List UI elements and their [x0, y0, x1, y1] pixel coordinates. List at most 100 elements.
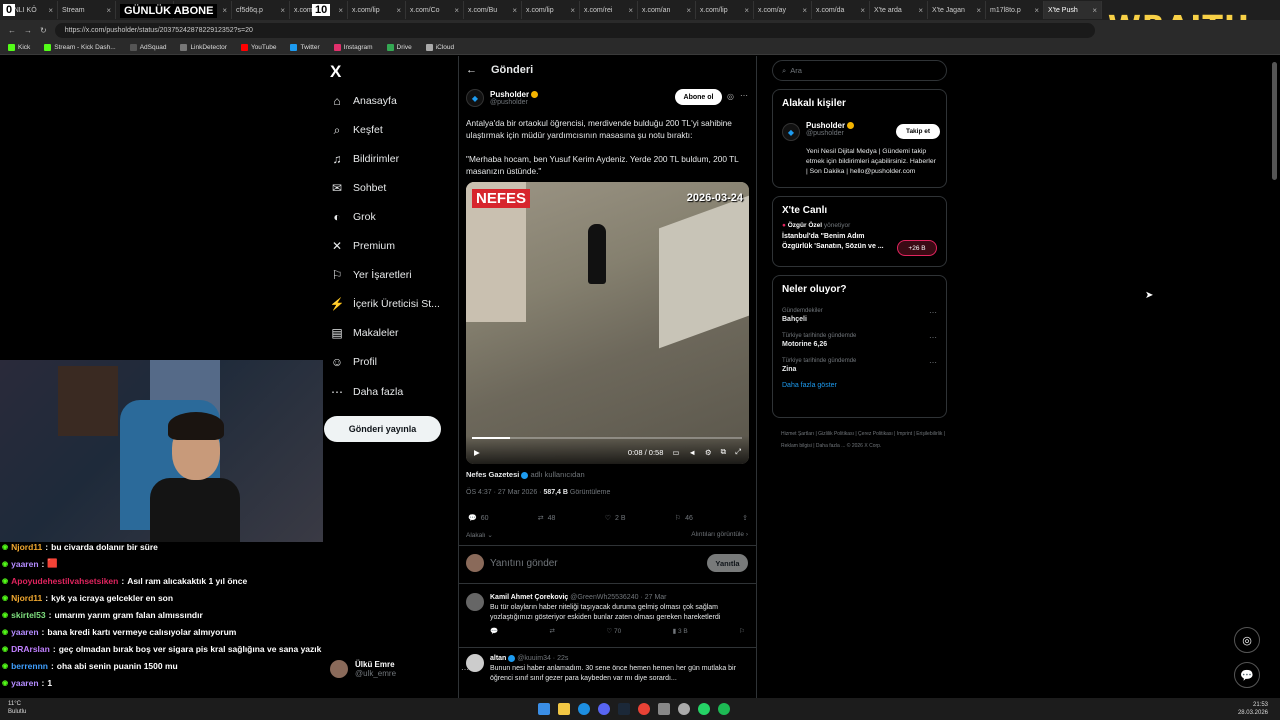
- browser-tab[interactable]: Stream ×: [58, 1, 116, 19]
- bookmark-action[interactable]: ⚐ 46: [675, 514, 693, 523]
- sidebar-footer[interactable]: Hizmet Şartları | Gizlilik Politikası | …: [781, 428, 946, 452]
- bookmark-icon[interactable]: ⚐: [739, 627, 745, 637]
- browser-tab[interactable]: x.com/lip ×: [348, 1, 406, 19]
- person-avatar[interactable]: ◆: [782, 123, 800, 141]
- chat-username[interactable]: yaaren: [11, 627, 38, 637]
- browser-tab[interactable]: X'te arda ×: [870, 1, 928, 19]
- close-tab-icon[interactable]: ×: [48, 6, 53, 15]
- more-icon[interactable]: ⋯: [929, 333, 937, 342]
- trend-item[interactable]: Türkiye tarihinde gündemde Zina ⋯: [773, 353, 946, 378]
- browser-tab[interactable]: x.com/lip ×: [696, 1, 754, 19]
- close-tab-icon[interactable]: ×: [1092, 6, 1097, 15]
- bookmark-item[interactable]: YouTube: [240, 43, 276, 51]
- fullscreen-icon[interactable]: ⤢: [735, 447, 741, 457]
- view-quotes-link[interactable]: Alıntıları görüntüle ›: [691, 531, 748, 539]
- steam-icon[interactable]: [618, 703, 630, 715]
- nav-item[interactable]: ☺ Profil: [330, 355, 377, 369]
- share-icon[interactable]: ⇪: [742, 514, 748, 522]
- reply-icon[interactable]: 💬: [490, 627, 498, 637]
- close-tab-icon[interactable]: ×: [1034, 6, 1039, 15]
- trend-item[interactable]: Gündemdekiler Bahçeli ⋯: [773, 303, 946, 328]
- browser-tab[interactable]: x.com/rei ×: [580, 1, 638, 19]
- reply-input[interactable]: Yanıtını gönder: [490, 558, 558, 569]
- reply-action[interactable]: 💬 60: [468, 514, 489, 523]
- back-arrow-icon[interactable]: ←: [466, 64, 477, 76]
- nav-item[interactable]: ✉ Sohbet: [330, 181, 386, 195]
- nav-item[interactable]: ◐ Grok: [330, 210, 375, 224]
- video-credit[interactable]: Nefes Gazetesi adlı kullanıcıdan: [466, 470, 585, 479]
- app-icon[interactable]: [658, 703, 670, 715]
- whatsapp-icon[interactable]: [698, 703, 710, 715]
- close-tab-icon[interactable]: ×: [744, 6, 749, 15]
- url-field[interactable]: https://x.com/pusholder/status/203752428…: [54, 22, 1095, 38]
- bookmark-item[interactable]: Instagram: [333, 43, 373, 51]
- reload-icon[interactable]: ↻: [40, 26, 47, 35]
- post-author[interactable]: ◆ Pusholder @pusholder: [466, 89, 539, 107]
- edge-icon[interactable]: [578, 703, 590, 715]
- browser-tab[interactable]: m17l8to.p ×: [986, 1, 1044, 19]
- bookmark-item[interactable]: iCloud: [425, 43, 454, 51]
- back-icon[interactable]: ←: [8, 26, 16, 35]
- windows-start-icon[interactable]: [538, 703, 550, 715]
- nav-item[interactable]: ⋯ Daha fazla: [330, 385, 403, 399]
- like-action[interactable]: ♡ 2 B: [605, 514, 626, 523]
- browser-tab[interactable]: X'te Push ×: [1044, 1, 1102, 19]
- nav-item[interactable]: ♫ Bildirimler: [330, 152, 400, 166]
- browser-tab[interactable]: x.com/Co ×: [406, 1, 464, 19]
- bookmark-item[interactable]: LinkDetector: [180, 43, 227, 51]
- grok-floating-button[interactable]: ◎: [1234, 627, 1260, 653]
- close-tab-icon[interactable]: ×: [512, 6, 517, 15]
- close-tab-icon[interactable]: ×: [570, 6, 575, 15]
- nav-item[interactable]: ⚐ Yer İşaretleri: [330, 268, 412, 282]
- close-tab-icon[interactable]: ×: [106, 6, 111, 15]
- spotify-icon[interactable]: [718, 703, 730, 715]
- bookmark-item[interactable]: AdSquad: [129, 43, 166, 51]
- chat-username[interactable]: DRArslan: [11, 644, 50, 654]
- author-avatar[interactable]: ◆: [466, 89, 484, 107]
- chat-username[interactable]: Njord11: [11, 542, 42, 552]
- close-tab-icon[interactable]: ×: [222, 6, 227, 15]
- close-tab-icon[interactable]: ×: [628, 6, 633, 15]
- chat-username[interactable]: Njord11: [11, 593, 42, 603]
- volume-icon[interactable]: ◄: [688, 448, 695, 457]
- bookmark-item[interactable]: Twitter: [290, 43, 320, 51]
- nav-item[interactable]: ⚡ İçerik Üreticisi St...: [330, 297, 440, 311]
- close-tab-icon[interactable]: ×: [976, 6, 981, 15]
- reply-item[interactable]: altan @kuuim34 · 22s Bunun nesi haber an…: [466, 654, 750, 684]
- follow-button[interactable]: Takip et: [896, 124, 940, 139]
- browser-tab[interactable]: x.com/Bu ×: [464, 1, 522, 19]
- chat-username[interactable]: yaaren: [11, 678, 38, 688]
- forward-icon[interactable]: →: [24, 26, 32, 35]
- reply-item[interactable]: Kamil Ahmet Çorekoviç @GreenWh25536240 ·…: [466, 593, 750, 637]
- like-action[interactable]: ♡ 70: [606, 627, 621, 637]
- messages-floating-button[interactable]: 💬: [1234, 662, 1260, 688]
- nav-item[interactable]: ⌂ Anasayfa: [330, 94, 396, 108]
- bookmark-item[interactable]: Kick: [8, 43, 30, 51]
- more-options-icon[interactable]: ⋯: [740, 91, 748, 100]
- more-icon[interactable]: ⋯: [929, 308, 937, 317]
- browser-tab[interactable]: cf5d6q.p ×: [232, 1, 290, 19]
- browser-tab[interactable]: x.com/da ×: [812, 1, 870, 19]
- play-icon[interactable]: ▶: [474, 448, 480, 457]
- file-explorer-icon[interactable]: [558, 703, 570, 715]
- captions-icon[interactable]: ▭: [672, 448, 679, 457]
- post-video[interactable]: NEFES 2026-03-24 ▶ 0:08 / 0:58 ▭ ◄ ⚙ ⧉ ⤢: [466, 182, 749, 464]
- chat-username[interactable]: skirtel53: [11, 610, 46, 620]
- repost-icon[interactable]: ⇄: [549, 627, 554, 637]
- discord-icon[interactable]: [598, 703, 610, 715]
- scrollbar[interactable]: [1272, 62, 1277, 180]
- x-logo[interactable]: X: [330, 62, 341, 82]
- account-switcher[interactable]: Ülkü Emre @ulk_emre ⋯: [330, 660, 469, 678]
- sort-dropdown[interactable]: Alakalı ⌄: [466, 531, 493, 539]
- app-icon[interactable]: [678, 703, 690, 715]
- live-card[interactable]: X'te Canlı ● Özgür Özel yönetiyor İstanb…: [772, 196, 947, 267]
- app-icon[interactable]: [638, 703, 650, 715]
- close-tab-icon[interactable]: ×: [860, 6, 865, 15]
- browser-tab[interactable]: X'te Jagan ×: [928, 1, 986, 19]
- browser-tab[interactable]: x.com/ay ×: [754, 1, 812, 19]
- nav-item[interactable]: ✕ Premium: [330, 239, 395, 253]
- subscribe-button[interactable]: Abone ol: [675, 89, 722, 105]
- video-progress-bar[interactable]: [472, 437, 742, 439]
- close-tab-icon[interactable]: ×: [396, 6, 401, 15]
- browser-tab[interactable]: x.com/lip ×: [522, 1, 580, 19]
